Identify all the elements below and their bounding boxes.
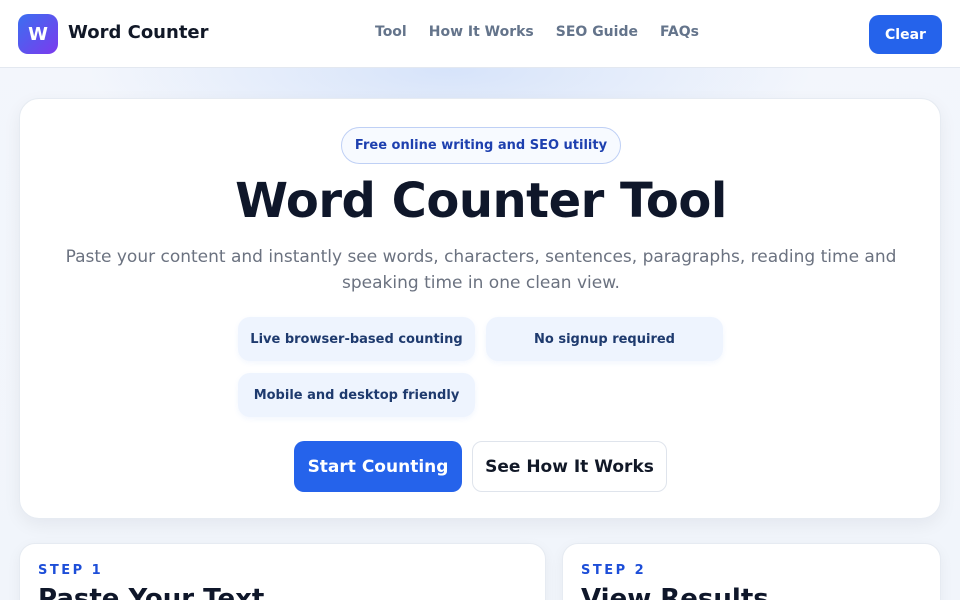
hero-card: Free online writing and SEO utility Word… bbox=[19, 98, 941, 519]
see-how-it-works-button[interactable]: See How It Works bbox=[472, 441, 667, 492]
nav-link-seo-guide[interactable]: SEO Guide bbox=[556, 24, 638, 40]
feature-badge-live-counting: Live browser-based counting bbox=[238, 317, 475, 361]
step-title: View Results bbox=[581, 584, 769, 600]
feature-badge-mobile-friendly: Mobile and desktop friendly bbox=[238, 373, 475, 417]
step-card-2: STEP 2 View Results bbox=[562, 543, 941, 600]
nav-link-tool[interactable]: Tool bbox=[375, 24, 407, 40]
page-title: Word Counter Tool bbox=[235, 173, 727, 229]
brand-name[interactable]: Word Counter bbox=[68, 22, 209, 43]
step-card-1: STEP 1 Paste Your Text bbox=[19, 543, 546, 600]
main-nav: Tool How It Works SEO Guide FAQs bbox=[375, 24, 699, 40]
start-counting-button[interactable]: Start Counting bbox=[294, 441, 462, 492]
hero-tagline-pill: Free online writing and SEO utility bbox=[341, 127, 621, 164]
step-title: Paste Your Text bbox=[38, 584, 265, 600]
step-label: STEP 1 bbox=[38, 563, 104, 578]
nav-link-how-it-works[interactable]: How It Works bbox=[429, 24, 534, 40]
logo-icon[interactable]: W bbox=[18, 14, 58, 54]
nav-link-faqs[interactable]: FAQs bbox=[660, 24, 699, 40]
feature-badge-no-signup: No signup required bbox=[486, 317, 723, 361]
clear-button[interactable]: Clear bbox=[869, 15, 942, 54]
step-label: STEP 2 bbox=[581, 563, 647, 578]
hero-subtitle: Paste your content and instantly see wor… bbox=[65, 247, 897, 293]
site-header: W Word Counter Tool How It Works SEO Gui… bbox=[0, 0, 960, 68]
